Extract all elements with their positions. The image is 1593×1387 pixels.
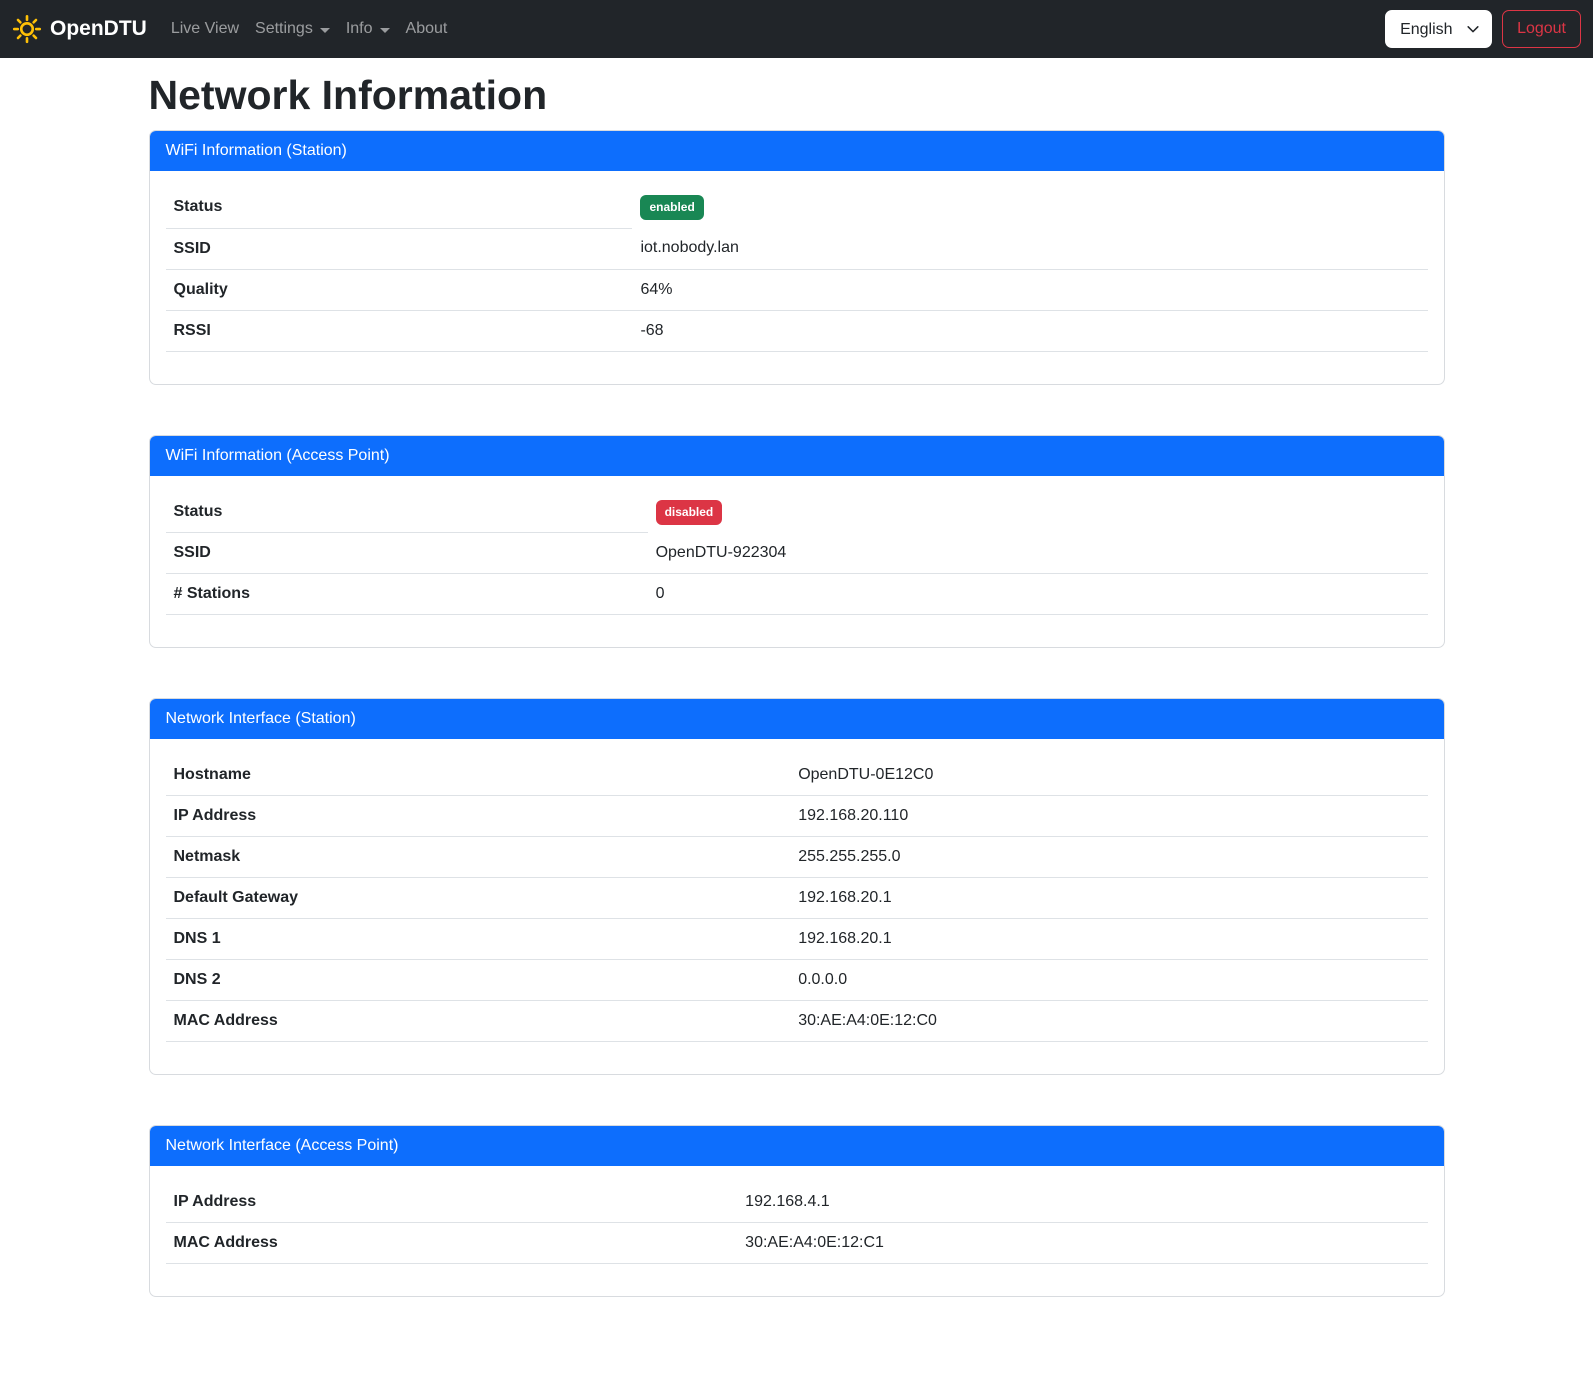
info-value: 192.168.4.1 xyxy=(737,1182,1427,1223)
info-value: 192.168.20.1 xyxy=(790,919,1427,960)
info-label: IP Address xyxy=(166,796,791,837)
card-body: Status enabled SSID iot.nobody.lan Quali… xyxy=(150,171,1444,384)
info-value: 192.168.20.110 xyxy=(790,796,1427,837)
nav-item-about[interactable]: About xyxy=(398,12,456,46)
card-body: IP Address 192.168.4.1 MAC Address 30:AE… xyxy=(150,1166,1444,1296)
info-table: Status enabled SSID iot.nobody.lan Quali… xyxy=(166,187,1428,352)
nav-item-label: Live View xyxy=(171,20,239,38)
card-wifi-access-point: WiFi Information (Access Point) Status d… xyxy=(149,435,1445,649)
card-network-interface-station: Network Interface (Station) Hostname Ope… xyxy=(149,698,1445,1075)
card-body: Status disabled SSID OpenDTU-922304 # St… xyxy=(150,476,1444,648)
table-row: DNS 2 0.0.0.0 xyxy=(166,960,1428,1001)
status-badge: enabled xyxy=(640,195,703,220)
table-row: MAC Address 30:AE:A4:0E:12:C0 xyxy=(166,1001,1428,1042)
table-row: SSID OpenDTU-922304 xyxy=(166,533,1428,574)
language-select[interactable]: English xyxy=(1385,10,1492,48)
caret-down-icon xyxy=(320,28,330,33)
info-table: Status disabled SSID OpenDTU-922304 # St… xyxy=(166,492,1428,616)
nav-item-label: Settings xyxy=(255,20,313,38)
table-row: SSID iot.nobody.lan xyxy=(166,228,1428,269)
page-title: Network Information xyxy=(149,71,1445,120)
info-label: SSID xyxy=(166,533,648,574)
table-row: IP Address 192.168.20.110 xyxy=(166,796,1428,837)
info-value: -68 xyxy=(632,310,1427,351)
info-value: 0 xyxy=(648,574,1428,615)
brand-label: OpenDTU xyxy=(50,17,147,41)
caret-down-icon xyxy=(380,28,390,33)
card-header: WiFi Information (Station) xyxy=(150,131,1444,171)
nav-item-settings[interactable]: Settings xyxy=(247,12,338,46)
sun-icon xyxy=(12,14,42,44)
brand-link[interactable]: OpenDTU xyxy=(12,14,147,44)
table-row: Netmask 255.255.255.0 xyxy=(166,837,1428,878)
table-row: MAC Address 30:AE:A4:0E:12:C1 xyxy=(166,1223,1428,1264)
table-row: DNS 1 192.168.20.1 xyxy=(166,919,1428,960)
main-content: Network Information WiFi Information (St… xyxy=(137,58,1457,1387)
info-table: IP Address 192.168.4.1 MAC Address 30:AE… xyxy=(166,1182,1428,1264)
info-label: MAC Address xyxy=(166,1001,791,1042)
info-label: DNS 2 xyxy=(166,960,791,1001)
table-row: RSSI -68 xyxy=(166,310,1428,351)
table-row: Status enabled xyxy=(166,187,1428,228)
info-value: disabled xyxy=(648,492,1428,533)
info-label: Quality xyxy=(166,269,633,310)
info-value: 30:AE:A4:0E:12:C0 xyxy=(790,1001,1427,1042)
info-label: IP Address xyxy=(166,1182,738,1223)
nav-item-label: About xyxy=(406,20,448,38)
info-label: Hostname xyxy=(166,755,791,796)
language-select-wrap: English xyxy=(1385,10,1492,48)
table-row: Status disabled xyxy=(166,492,1428,533)
info-label: # Stations xyxy=(166,574,648,615)
table-row: Quality 64% xyxy=(166,269,1428,310)
status-badge: disabled xyxy=(656,500,723,525)
info-label: Netmask xyxy=(166,837,791,878)
card-header: Network Interface (Access Point) xyxy=(150,1126,1444,1166)
info-value: 255.255.255.0 xyxy=(790,837,1427,878)
info-label: RSSI xyxy=(166,310,633,351)
logout-button[interactable]: Logout xyxy=(1502,10,1581,48)
info-value: OpenDTU-0E12C0 xyxy=(790,755,1427,796)
info-label: Status xyxy=(166,492,648,533)
info-value: 0.0.0.0 xyxy=(790,960,1427,1001)
nav-item-live-view[interactable]: Live View xyxy=(163,12,247,46)
info-value: 192.168.20.1 xyxy=(790,878,1427,919)
info-value: OpenDTU-922304 xyxy=(648,533,1428,574)
card-wifi-station: WiFi Information (Station) Status enable… xyxy=(149,130,1445,385)
table-row: Default Gateway 192.168.20.1 xyxy=(166,878,1428,919)
info-value: 64% xyxy=(632,269,1427,310)
card-network-interface-access-point: Network Interface (Access Point) IP Addr… xyxy=(149,1125,1445,1297)
info-label: SSID xyxy=(166,228,633,269)
info-label: Default Gateway xyxy=(166,878,791,919)
main-nav: Live View Settings Info About xyxy=(163,12,456,46)
nav-item-info[interactable]: Info xyxy=(338,12,398,46)
info-label: DNS 1 xyxy=(166,919,791,960)
info-table: Hostname OpenDTU-0E12C0 IP Address 192.1… xyxy=(166,755,1428,1042)
info-label: MAC Address xyxy=(166,1223,738,1264)
info-label: Status xyxy=(166,187,633,228)
info-value: enabled xyxy=(632,187,1427,228)
navbar: OpenDTU Live View Settings Info About En… xyxy=(0,0,1593,58)
info-value: iot.nobody.lan xyxy=(632,228,1427,269)
card-body: Hostname OpenDTU-0E12C0 IP Address 192.1… xyxy=(150,739,1444,1074)
table-row: IP Address 192.168.4.1 xyxy=(166,1182,1428,1223)
table-row: Hostname OpenDTU-0E12C0 xyxy=(166,755,1428,796)
card-header: WiFi Information (Access Point) xyxy=(150,436,1444,476)
info-value: 30:AE:A4:0E:12:C1 xyxy=(737,1223,1427,1264)
card-header: Network Interface (Station) xyxy=(150,699,1444,739)
table-row: # Stations 0 xyxy=(166,574,1428,615)
nav-item-label: Info xyxy=(346,20,373,38)
navbar-right-group: English Logout xyxy=(1385,10,1581,48)
